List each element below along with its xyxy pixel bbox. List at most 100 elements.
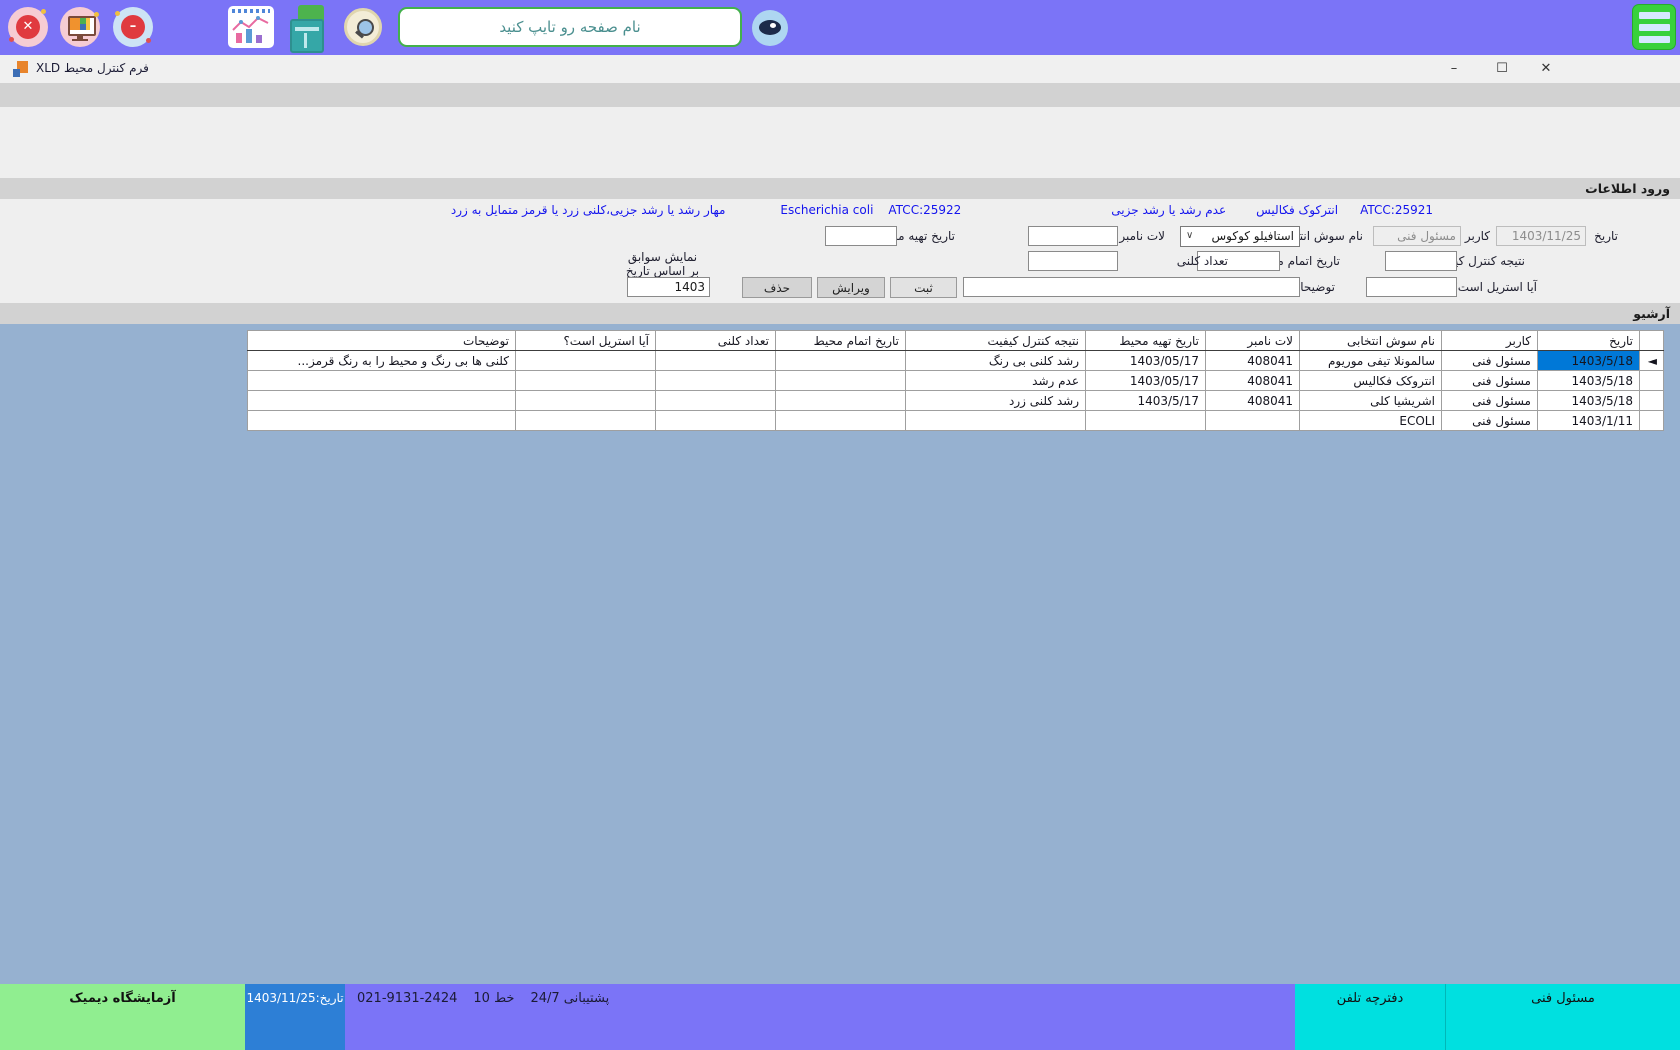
minus-icon: – bbox=[121, 15, 145, 39]
archive-table[interactable]: تاریخکاربرنام سوش انتخابیلات نامبرتاریخ … bbox=[247, 330, 1664, 431]
user-field[interactable] bbox=[1373, 226, 1461, 246]
table-cell[interactable] bbox=[776, 351, 906, 371]
entry-section-bar: ورود اطلاعات bbox=[0, 178, 1680, 199]
search-lens-button[interactable] bbox=[344, 8, 382, 46]
user-label: کاربر bbox=[1465, 226, 1490, 246]
close-icon: ✕ bbox=[16, 15, 40, 39]
table-cell[interactable] bbox=[656, 371, 776, 391]
prep-date-field[interactable] bbox=[825, 226, 897, 246]
table-row[interactable]: 1403/1/11مسئول فنیECOLI bbox=[248, 411, 1664, 431]
table-cell[interactable] bbox=[656, 391, 776, 411]
minimize-circle-button[interactable]: – bbox=[113, 7, 153, 47]
table-cell[interactable] bbox=[906, 411, 1086, 431]
table-cell[interactable] bbox=[776, 391, 906, 411]
monitor-icon bbox=[68, 16, 96, 36]
support-strip: 021-9131-2424 10 خط پشتیبانی 24/7 bbox=[345, 984, 1295, 1050]
window-front-icon bbox=[290, 19, 324, 53]
lot-field[interactable] bbox=[1028, 226, 1118, 246]
chart-button[interactable] bbox=[228, 6, 274, 48]
table-cell[interactable]: سالمونلا تیفی موریوم bbox=[1300, 351, 1442, 371]
column-header[interactable]: تاریخ تهیه محیط bbox=[1086, 331, 1206, 351]
row-selector-cell[interactable]: ◄ bbox=[1640, 351, 1664, 371]
table-cell[interactable] bbox=[656, 411, 776, 431]
table-cell[interactable] bbox=[1206, 411, 1300, 431]
qc-result-field[interactable] bbox=[1385, 251, 1457, 271]
sterile-field[interactable] bbox=[1366, 277, 1457, 297]
table-cell[interactable]: انتروکک فکالیس bbox=[1300, 371, 1442, 391]
table-cell[interactable]: 1403/5/18 bbox=[1538, 391, 1640, 411]
table-cell[interactable]: رشد کلنی بی رنگ bbox=[906, 351, 1086, 371]
phonebook-button[interactable]: دفترچه تلفن bbox=[1295, 984, 1445, 1050]
table-cell[interactable]: مسئول فنی bbox=[1442, 411, 1538, 431]
date-field[interactable] bbox=[1496, 226, 1586, 246]
table-cell[interactable]: 1403/05/17 bbox=[1086, 371, 1206, 391]
table-cell[interactable] bbox=[776, 411, 906, 431]
row-selector-cell[interactable] bbox=[1640, 371, 1664, 391]
column-header[interactable]: آیا استریل است؟ bbox=[516, 331, 656, 351]
column-header[interactable]: کاربر bbox=[1442, 331, 1538, 351]
page-search-input[interactable] bbox=[398, 7, 742, 47]
column-header[interactable]: نتیجه کنترل کیفیت bbox=[906, 331, 1086, 351]
table-cell[interactable]: 1403/5/18 bbox=[1538, 351, 1640, 371]
edit-button[interactable]: ویرایش bbox=[817, 277, 885, 298]
table-cell[interactable] bbox=[516, 351, 656, 371]
table-cell[interactable]: ECOLI bbox=[1300, 411, 1442, 431]
table-cell[interactable]: 408041 bbox=[1206, 371, 1300, 391]
table-cell[interactable] bbox=[248, 411, 516, 431]
table-cell[interactable]: مسئول فنی bbox=[1442, 371, 1538, 391]
maximize-button[interactable]: ☐ bbox=[1486, 55, 1518, 83]
table-cell[interactable]: اشریشیا کلی bbox=[1300, 391, 1442, 411]
table-row[interactable]: 1403/5/18مسئول فنیاشریشیا کلی4080411403/… bbox=[248, 391, 1664, 411]
eye-button[interactable] bbox=[752, 10, 788, 46]
table-cell[interactable]: مسئول فنی bbox=[1442, 391, 1538, 411]
table-cell[interactable] bbox=[776, 371, 906, 391]
table-cell[interactable]: عدم رشد bbox=[906, 371, 1086, 391]
table-cell[interactable]: مسئول فنی bbox=[1442, 351, 1538, 371]
table-row[interactable]: 1403/5/18مسئول فنیانتروکک فکالیس40804114… bbox=[248, 371, 1664, 391]
table-cell[interactable] bbox=[248, 391, 516, 411]
monitor-button[interactable] bbox=[60, 7, 100, 47]
table-row[interactable]: ◄1403/5/18مسئول فنیسالمونلا تیفی موریوم4… bbox=[248, 351, 1664, 371]
table-cell[interactable] bbox=[1086, 411, 1206, 431]
table-cell[interactable]: 408041 bbox=[1206, 391, 1300, 411]
row-selector-cell[interactable] bbox=[1640, 391, 1664, 411]
column-header[interactable]: لات نامبر bbox=[1206, 331, 1300, 351]
table-cell[interactable] bbox=[248, 371, 516, 391]
minimize-button[interactable]: – bbox=[1438, 55, 1470, 83]
windows-button[interactable] bbox=[288, 5, 332, 49]
colony-count-field[interactable] bbox=[1028, 251, 1118, 271]
history-year-field[interactable] bbox=[627, 277, 710, 297]
atcc-code-1: ATCC:25921 bbox=[1360, 203, 1433, 217]
organism-2: Escherichia coli bbox=[780, 203, 873, 217]
table-cell[interactable] bbox=[656, 351, 776, 371]
table-cell[interactable]: 1403/1/11 bbox=[1538, 411, 1640, 431]
table-cell[interactable] bbox=[516, 391, 656, 411]
column-header[interactable]: نام سوش انتخابی bbox=[1300, 331, 1442, 351]
column-header[interactable]: توضیحات bbox=[248, 331, 516, 351]
row-selector-cell[interactable] bbox=[1640, 411, 1664, 431]
column-header[interactable]: تاریخ اتمام محیط bbox=[776, 331, 906, 351]
column-header[interactable]: تعداد کلنی bbox=[656, 331, 776, 351]
table-cell[interactable]: 1403/5/17 bbox=[1086, 391, 1206, 411]
role-button[interactable]: مسئول فنی bbox=[1445, 984, 1680, 1050]
table-cell[interactable]: 1403/05/17 bbox=[1086, 351, 1206, 371]
hamburger-icon bbox=[1639, 24, 1670, 31]
chart-bar-icon bbox=[236, 33, 242, 43]
strain-select[interactable]: استافیلو کوکوس ∨ bbox=[1180, 226, 1300, 247]
chart-bar-icon bbox=[256, 35, 262, 43]
table-cell[interactable]: 1403/5/18 bbox=[1538, 371, 1640, 391]
strain-selected-value: استافیلو کوکوس bbox=[1212, 229, 1294, 243]
close-button[interactable]: ✕ bbox=[1530, 55, 1562, 83]
table-cell[interactable] bbox=[516, 411, 656, 431]
delete-button[interactable]: حذف bbox=[742, 277, 812, 298]
column-header[interactable]: تاریخ bbox=[1538, 331, 1640, 351]
table-cell[interactable]: کلنی ها بی رنگ و محیط را به رنگ قرمز... bbox=[248, 351, 516, 371]
support-lines: 10 خط bbox=[473, 991, 514, 1050]
close-circle-button[interactable]: ✕ bbox=[8, 7, 48, 47]
submit-button[interactable]: ثبت bbox=[890, 277, 957, 298]
comments-field[interactable] bbox=[963, 277, 1300, 297]
table-cell[interactable] bbox=[516, 371, 656, 391]
hamburger-menu-button[interactable] bbox=[1632, 4, 1676, 50]
table-cell[interactable]: رشد کلنی زرد bbox=[906, 391, 1086, 411]
table-cell[interactable]: 408041 bbox=[1206, 351, 1300, 371]
